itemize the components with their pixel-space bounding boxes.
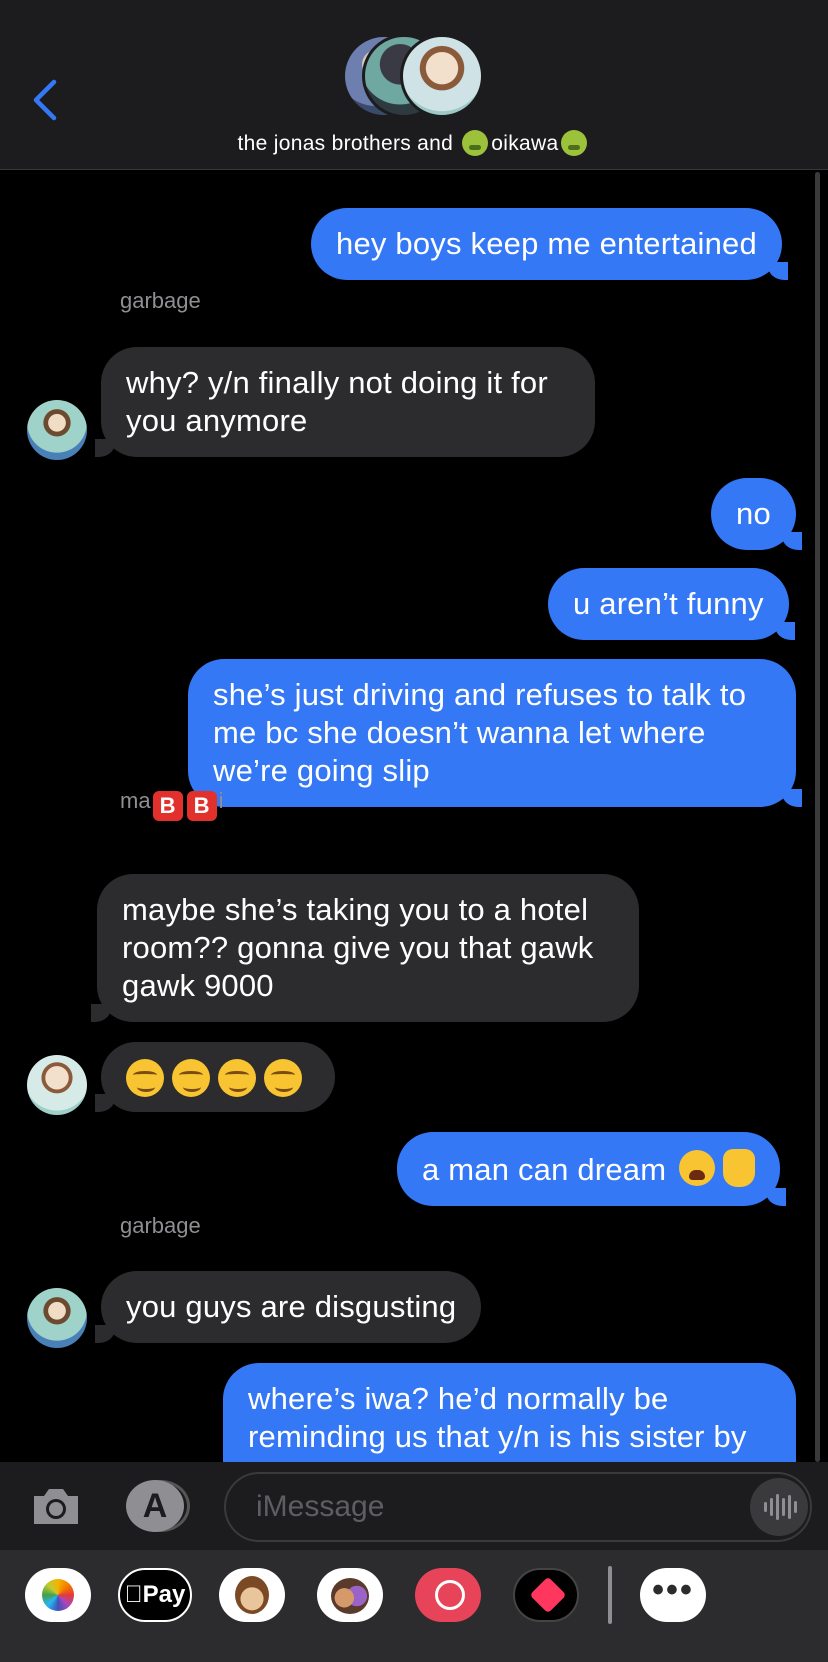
sent-message[interactable]: u aren’t funny [548, 568, 795, 640]
b-button-icon: B [186, 791, 217, 821]
sent-message[interactable]: hey boys keep me entertained [311, 208, 788, 280]
app-store-button[interactable]: A [126, 1480, 190, 1532]
sender-name: garbage [120, 288, 201, 313]
apple-pay-app-icon[interactable]: Pay [118, 1568, 192, 1622]
avatar[interactable] [27, 1288, 87, 1348]
sent-message[interactable]: where’s iwa? he’d normally be reminding … [223, 1363, 796, 1462]
app-store-icon: A [142, 1487, 168, 1525]
raised-hand-icon [723, 1149, 756, 1187]
message-input-placeholder: iMessage [256, 1490, 385, 1523]
group-avatars[interactable] [342, 34, 492, 118]
sender-name-part: ma [120, 788, 151, 813]
animoji-app-icon[interactable] [219, 1568, 285, 1622]
received-message[interactable]: why? y/n finally not doing it for you an… [95, 347, 595, 457]
back-button[interactable] [30, 78, 70, 122]
camera-icon [34, 1489, 78, 1524]
avatar [400, 34, 484, 118]
compose-bar: A iMessage [0, 1462, 828, 1550]
smirking-face-icon [218, 1059, 256, 1097]
weary-face-icon [679, 1150, 716, 1186]
chevron-left-icon [33, 79, 57, 121]
smirking-face-icon [172, 1059, 210, 1097]
photos-app-icon[interactable] [25, 1568, 91, 1622]
images-search-app-icon[interactable] [415, 1568, 481, 1622]
sender-name: ma B Bi [120, 788, 223, 821]
message-input[interactable]: iMessage [224, 1472, 812, 1542]
b-button-icon: B [152, 791, 183, 821]
drawer-divider [608, 1566, 612, 1624]
avatar[interactable] [27, 400, 87, 460]
digital-touch-app-icon[interactable] [513, 1568, 579, 1622]
sent-message[interactable]: no [711, 478, 802, 550]
avatar[interactable] [27, 1055, 87, 1115]
sender-name-part: i [218, 788, 224, 813]
nauseated-face-icon [462, 130, 489, 156]
message-thread[interactable]: hey boys keep me entertained garbage why… [0, 170, 828, 1462]
conversation-header: the jonas brothers and oikawa [0, 0, 828, 170]
more-apps-button[interactable]: ••• [640, 1568, 706, 1622]
title-name: oikawa [491, 132, 559, 155]
received-message[interactable]: maybe she’s taking you to a hotel room??… [91, 874, 639, 1022]
smirking-face-icon [126, 1059, 164, 1097]
sender-name: garbage [120, 1213, 201, 1238]
title-prefix: the jonas brothers and [237, 132, 454, 155]
scrollbar[interactable] [815, 172, 820, 1462]
app-drawer: Pay ••• [0, 1550, 828, 1662]
camera-button[interactable] [30, 1482, 82, 1530]
received-message[interactable]: you guys are disgusting [94, 1271, 482, 1343]
conversation-title[interactable]: the jonas brothers and oikawa [0, 130, 828, 156]
sent-message[interactable]: a man can dream [397, 1132, 787, 1206]
received-emoji-message[interactable] [95, 1042, 335, 1112]
nauseated-face-icon [561, 130, 588, 156]
smirking-face-icon [264, 1059, 302, 1097]
memoji-app-icon[interactable] [317, 1568, 383, 1622]
sent-message[interactable]: she’s just driving and refuses to talk t… [188, 659, 802, 807]
message-text: a man can dream [422, 1152, 667, 1187]
voice-message-button[interactable] [750, 1478, 808, 1536]
